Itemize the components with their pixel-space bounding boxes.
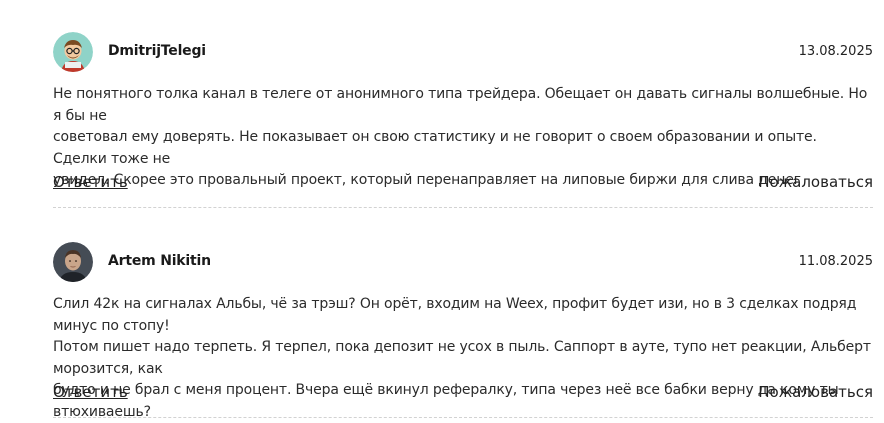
comment: DmitrijTelegi 13.08.2025 Не понятного то…	[53, 32, 873, 208]
photo-avatar-icon	[53, 242, 93, 282]
divider	[53, 207, 873, 208]
comment-text-line: Слил 42к на сигналах Альбы, чё за трэш? …	[53, 296, 857, 334]
comment-text-line: советовал ему доверять. Не показывает он…	[53, 129, 817, 167]
cartoon-avatar-icon	[53, 32, 93, 72]
comment-date: 13.08.2025	[798, 44, 873, 59]
comment-header: Artem Nikitin 11.08.2025	[53, 242, 873, 282]
reply-link[interactable]: Ответить	[53, 383, 128, 401]
comment-text-line: Не понятного толка канал в телеге от ано…	[53, 86, 868, 124]
comment-header: DmitrijTelegi 13.08.2025	[53, 32, 873, 72]
report-button[interactable]: Пожаловаться	[758, 383, 873, 401]
comment-author: DmitrijTelegi	[108, 43, 206, 59]
comment-text-line: увидел. Скорее это провальный проект, ко…	[53, 172, 801, 188]
report-button[interactable]: Пожаловаться	[758, 173, 873, 191]
reply-link[interactable]: Ответить	[53, 173, 128, 191]
comment: Artem Nikitin 11.08.2025 Слил 42к на сиг…	[53, 242, 873, 420]
comment-date: 11.08.2025	[798, 254, 873, 269]
comment-text: Слил 42к на сигналах Альбы, чё за трэш? …	[53, 294, 873, 423]
comment-text-line: Потом пишет надо терпеть. Я терпел, пока…	[53, 339, 871, 377]
divider	[53, 417, 873, 418]
comment-author: Artem Nikitin	[108, 253, 211, 269]
comment-text: Не понятного толка канал в телеге от ано…	[53, 84, 873, 192]
comments-list: DmitrijTelegi 13.08.2025 Не понятного то…	[0, 0, 884, 422]
